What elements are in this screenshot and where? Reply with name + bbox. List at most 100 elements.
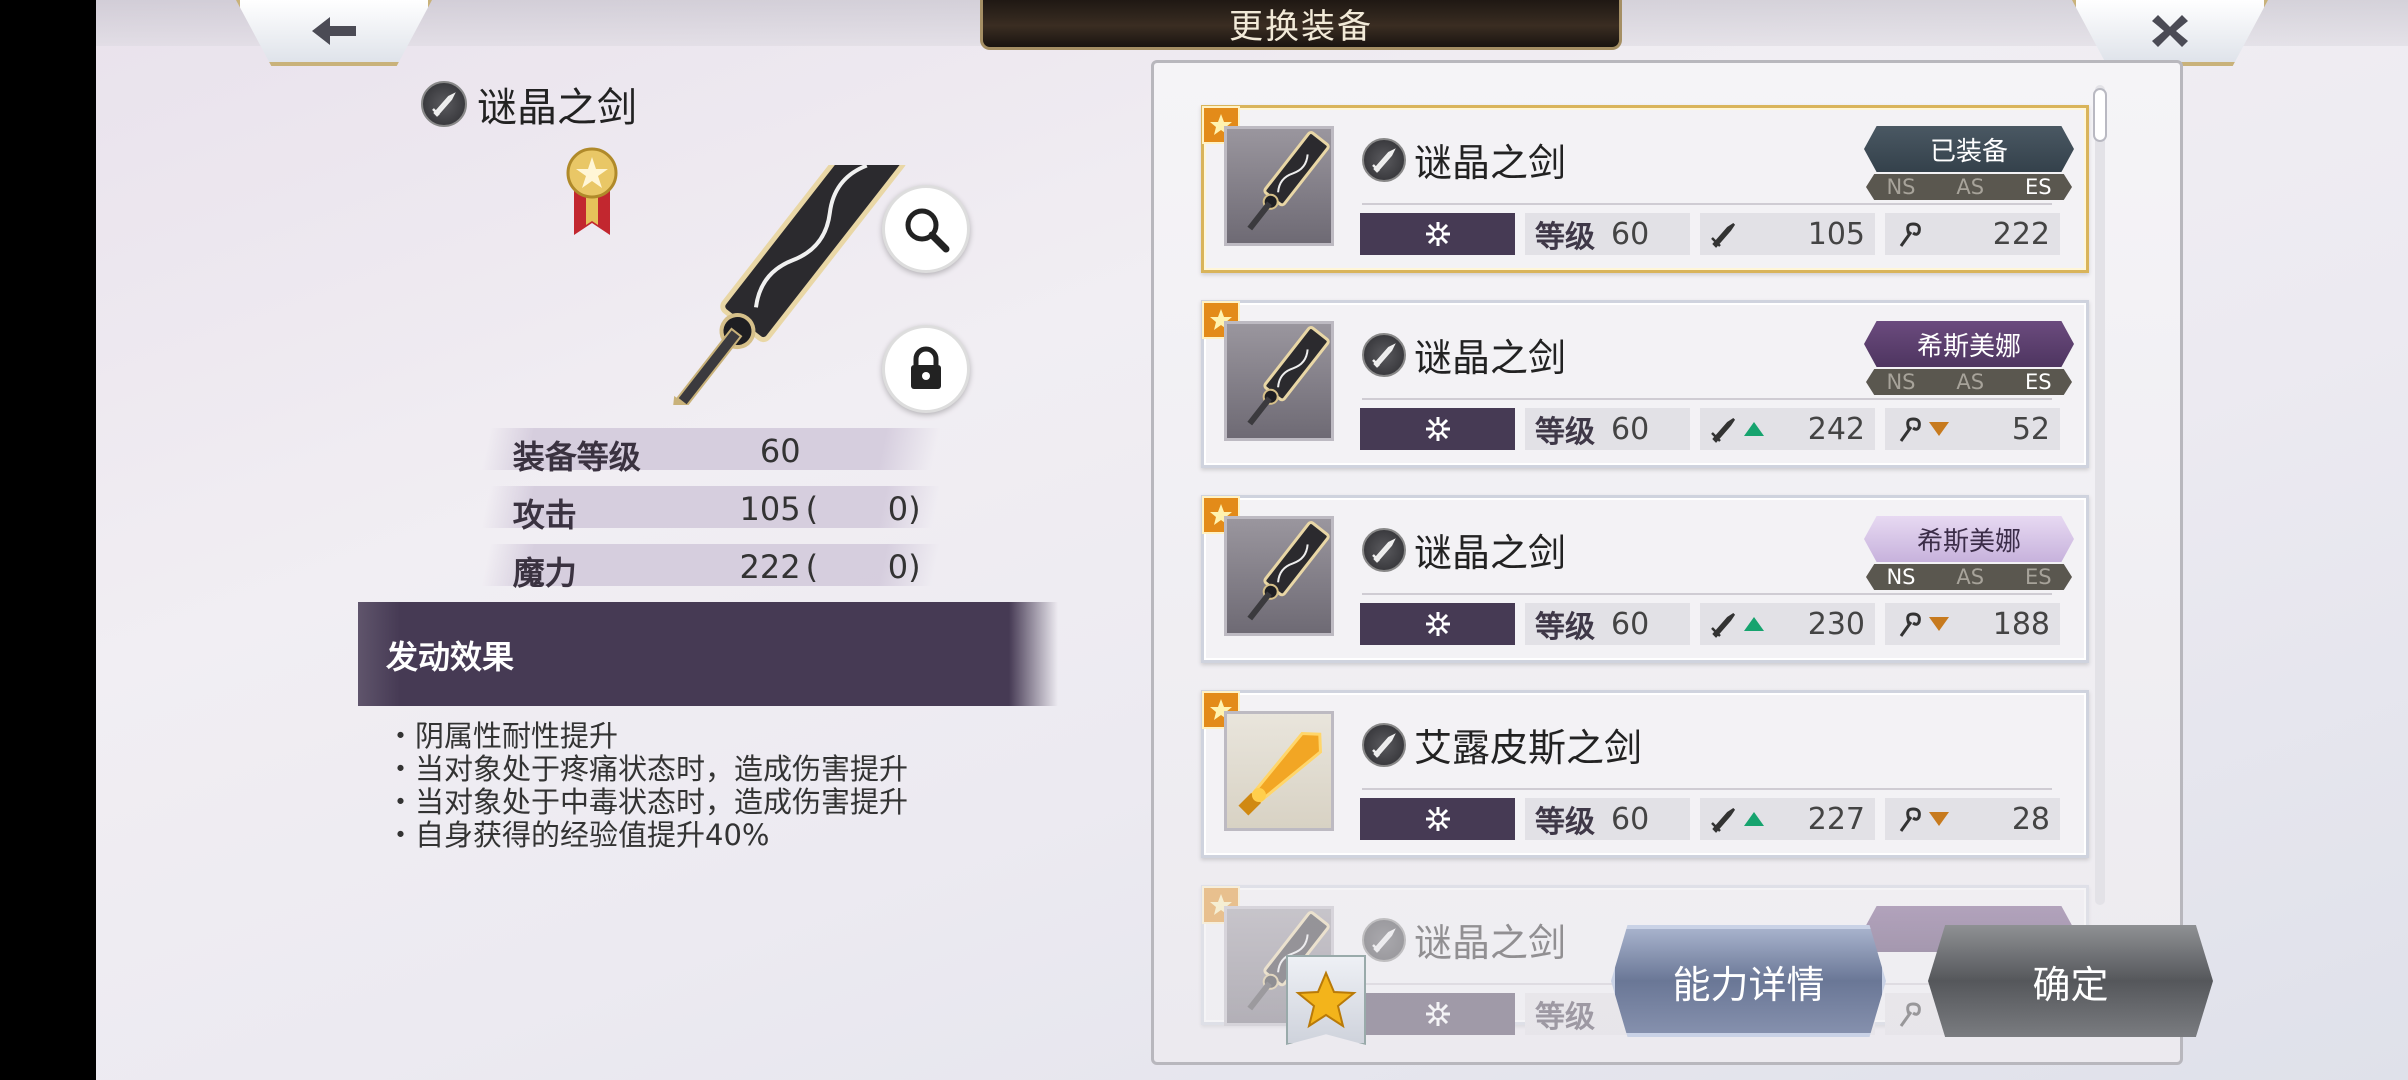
item-title: 谜晶之剑 bbox=[421, 75, 637, 133]
level-label: 等级 bbox=[1535, 415, 1595, 450]
card-stats: 等级 60 227 28 bbox=[1360, 798, 2060, 842]
attack-chip: 105 bbox=[1700, 213, 1875, 255]
weapon-name: 谜晶之剑 bbox=[1414, 921, 1567, 965]
attack-sword-icon bbox=[1711, 222, 1736, 248]
level-chip: 等级 60 bbox=[1525, 798, 1690, 840]
stat-label: 装备等级 bbox=[512, 438, 641, 476]
ability-detail-button[interactable]: 能力详情 bbox=[1611, 925, 1886, 1037]
effect-header: 发动效果 bbox=[358, 602, 1058, 706]
sword-type-icon bbox=[1362, 527, 1406, 572]
stat-bonus-value: 0 bbox=[887, 548, 909, 586]
star-icon bbox=[1295, 970, 1357, 1029]
card-stats: 等级 60 230 188 bbox=[1360, 603, 2060, 647]
stat-bonus: 0) bbox=[831, 490, 921, 528]
element-dark-icon bbox=[1360, 213, 1515, 255]
divider bbox=[1362, 788, 2052, 790]
attack-chip: 230 bbox=[1700, 603, 1875, 645]
card-title: 谜晶之剑 bbox=[1362, 522, 1566, 577]
magic-chip: 188 bbox=[1885, 603, 2060, 645]
stat-value: 60 bbox=[759, 432, 801, 470]
magic-staff-icon bbox=[1899, 612, 1921, 637]
effect-list: 阴属性耐性提升当对象处于疼痛状态时，造成伤害提升当对象处于中毒状态时，造成伤害提… bbox=[386, 720, 908, 852]
skill-slot-label: ES bbox=[2024, 565, 2052, 589]
skill-slot-label: ES bbox=[2024, 370, 2052, 394]
scrollbar-track[interactable] bbox=[2095, 85, 2105, 905]
increase-arrow-icon bbox=[1744, 422, 1764, 436]
equipment-card[interactable]: 谜晶之剑 已装备 NS AS ES 等级 60 105 222 bbox=[1201, 105, 2089, 273]
skill-slot-label: ES bbox=[2024, 175, 2052, 199]
stat-bonus-value: 0 bbox=[887, 490, 909, 528]
attack-chip: 242 bbox=[1700, 408, 1875, 450]
stat-row: 攻击 105(0) bbox=[481, 486, 941, 534]
magic-chip: 52 bbox=[1885, 408, 2060, 450]
stat-bracket-close: ) bbox=[908, 548, 921, 586]
divider bbox=[1362, 593, 2052, 595]
magic-chip: 28 bbox=[1885, 798, 2060, 840]
equipment-card[interactable]: 谜晶之剑 希斯美娜 NS AS ES 等级 60 230 188 bbox=[1201, 495, 2089, 663]
skill-slot-label: NS bbox=[1886, 175, 1916, 199]
decrease-arrow-icon bbox=[1929, 812, 1949, 826]
increase-arrow-icon bbox=[1744, 812, 1764, 826]
element-dark-icon bbox=[1360, 408, 1515, 450]
confirm-button[interactable]: 确定 bbox=[1928, 925, 2213, 1037]
magic-value: 52 bbox=[2011, 411, 2050, 447]
attack-sword-icon bbox=[1711, 417, 1736, 443]
sword-type-icon bbox=[1362, 722, 1406, 767]
back-button[interactable] bbox=[236, 0, 432, 66]
effect-item: 阴属性耐性提升 bbox=[386, 720, 908, 753]
skill-slot-label: NS bbox=[1886, 370, 1916, 394]
equipment-screen: 更换装备 谜晶之剑 装备等级 60 攻击 105 (0) 魔力 222 (0… bbox=[96, 0, 2408, 1080]
stat-row: 魔力 222(0) bbox=[481, 544, 941, 592]
stat-value: 222 bbox=[739, 548, 801, 586]
increase-arrow-icon bbox=[1744, 617, 1764, 631]
card-title: 谜晶之剑 bbox=[1362, 327, 1566, 382]
attack-sword-icon bbox=[1711, 807, 1736, 833]
divider bbox=[1362, 398, 2052, 400]
level-label: 等级 bbox=[1535, 1000, 1595, 1035]
sword-type-icon bbox=[1362, 137, 1406, 182]
decrease-arrow-icon bbox=[1929, 422, 1949, 436]
stat-bracket-open: ( bbox=[805, 490, 819, 528]
favorite-filter-button[interactable] bbox=[1286, 955, 1366, 1045]
close-button[interactable] bbox=[2072, 0, 2268, 66]
skill-slot-label: NS bbox=[1886, 565, 1916, 589]
weapon-thumbnail bbox=[1224, 321, 1334, 441]
sword-type-icon bbox=[1362, 917, 1406, 962]
skill-slot-label: AS bbox=[1956, 370, 1985, 394]
skill-slots: NS AS ES bbox=[1866, 564, 2072, 590]
equipment-card[interactable]: 艾露皮斯之剑 等级 60 227 28 bbox=[1201, 690, 2089, 858]
magic-staff-icon bbox=[1899, 417, 1921, 442]
effect-item: 自身获得的经验值提升40% bbox=[386, 819, 908, 852]
magnifier-icon bbox=[905, 208, 950, 253]
lock-icon bbox=[911, 346, 941, 389]
stat-row: 装备等级 60 bbox=[481, 428, 941, 476]
lock-button[interactable] bbox=[882, 325, 970, 413]
magic-value: 28 bbox=[2011, 801, 2050, 837]
owner-badge: 希斯美娜 bbox=[1864, 321, 2074, 367]
scrollbar-thumb[interactable] bbox=[2093, 88, 2107, 142]
weapon-name: 艾露皮斯之剑 bbox=[1414, 726, 1643, 770]
zoom-button[interactable] bbox=[882, 185, 970, 273]
attack-chip: 227 bbox=[1700, 798, 1875, 840]
level-chip: 等级 60 bbox=[1525, 213, 1690, 255]
level-label: 等级 bbox=[1535, 610, 1595, 645]
skill-slot-label: AS bbox=[1956, 175, 1985, 199]
level-value: 60 bbox=[1611, 801, 1650, 837]
element-dark-icon bbox=[1360, 603, 1515, 645]
level-label: 等级 bbox=[1535, 220, 1595, 255]
effect-item: 当对象处于中毒状态时，造成伤害提升 bbox=[386, 786, 908, 819]
equipment-card[interactable]: 谜晶之剑 希斯美娜 NS AS ES 等级 60 242 52 bbox=[1201, 300, 2089, 468]
level-value: 60 bbox=[1611, 411, 1650, 447]
attack-value: 242 bbox=[1807, 411, 1865, 447]
stat-label: 攻击 bbox=[512, 496, 577, 534]
card-title: 谜晶之剑 bbox=[1362, 912, 1566, 967]
weapon-thumbnail bbox=[1224, 711, 1334, 831]
close-icon bbox=[2152, 15, 2188, 47]
effect-title: 发动效果 bbox=[386, 638, 515, 676]
weapon-name: 谜晶之剑 bbox=[1414, 336, 1567, 380]
stat-bracket-open: ( bbox=[805, 548, 819, 586]
weapon-name: 谜晶之剑 bbox=[1414, 531, 1567, 575]
attack-sword-icon bbox=[1711, 612, 1736, 638]
level-chip: 等级 60 bbox=[1525, 603, 1690, 645]
level-value: 60 bbox=[1611, 216, 1650, 252]
